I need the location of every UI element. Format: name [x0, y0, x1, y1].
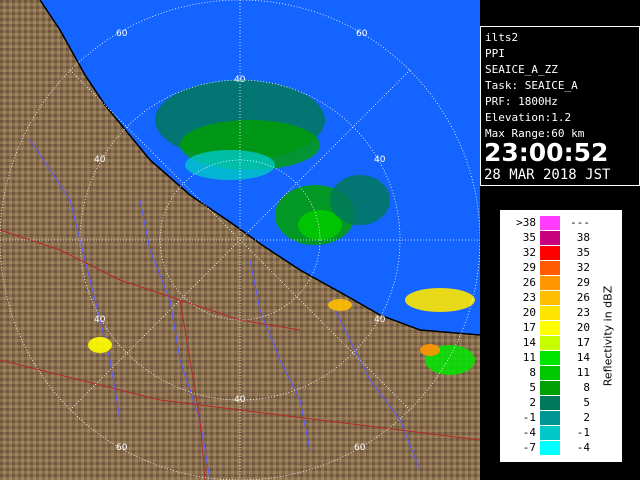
legend-upper-bound: 8	[583, 381, 590, 394]
legend-upper-bound: 2	[583, 411, 590, 424]
legend-lower-bound: 2	[529, 396, 536, 409]
legend-lower-bound: -7	[522, 441, 536, 454]
legend-lower-bound: 26	[522, 276, 536, 289]
scan-name: SEAICE_A_ZZ	[485, 63, 558, 76]
legend-swatch	[540, 396, 560, 410]
legend-upper-bound: 23	[576, 306, 590, 319]
legend-upper-bound: 5	[583, 396, 590, 409]
legend-swatch	[540, 366, 560, 380]
reflectivity-legend: >38 --- 35 38 32 35 29 32 26 29 23 26 20 23 17 20 14 17 11…	[500, 210, 622, 462]
range-label: 40	[234, 75, 246, 85]
range-label: 40	[374, 315, 386, 325]
legend-lower-bound: -1	[522, 411, 536, 424]
range-label: 60	[356, 29, 368, 39]
legend-upper-bound: 29	[576, 276, 590, 289]
legend-swatch	[540, 276, 560, 290]
legend-upper-bound: 35	[576, 246, 590, 259]
legend-swatch	[540, 426, 560, 440]
range-label: 40	[234, 395, 246, 405]
legend-swatch	[540, 351, 560, 365]
scan-time: 23:00:52	[484, 138, 609, 167]
legend-lower-bound: -4	[522, 426, 536, 439]
legend-lower-bound: 35	[522, 231, 536, 244]
legend-upper-bound: 26	[576, 291, 590, 304]
range-label: 60	[354, 443, 366, 453]
legend-lower-bound: 23	[522, 291, 536, 304]
legend-upper-bound: -4	[576, 441, 590, 454]
legend-lower-bound: 14	[522, 336, 536, 349]
legend-upper-bound: 38	[576, 231, 590, 244]
legend-upper-bound: 14	[576, 351, 590, 364]
legend-lower-bound: 11	[522, 351, 536, 364]
legend-lower-bound: 20	[522, 306, 536, 319]
legend-upper-bound: 32	[576, 261, 590, 274]
legend-swatch	[540, 441, 560, 455]
radar-ppi-display: 60 40 40 40 40 40 40 60 60 60	[0, 0, 480, 480]
range-label: 60	[116, 29, 128, 39]
legend-upper-bound: 17	[576, 336, 590, 349]
legend-swatch	[540, 321, 560, 335]
task-name: Task: SEAICE_A	[485, 79, 578, 92]
legend-lower-bound: >38	[516, 216, 536, 229]
legend-swatch	[540, 231, 560, 245]
scan-date: 28 MAR 2018 JST	[484, 167, 611, 183]
product-type: PPI	[485, 47, 505, 60]
legend-lower-bound: 8	[529, 366, 536, 379]
legend-swatch	[540, 261, 560, 275]
range-label: 40	[94, 155, 106, 165]
legend-upper-bound: ---	[570, 216, 590, 229]
legend-lower-bound: 32	[522, 246, 536, 259]
legend-lower-bound: 29	[522, 261, 536, 274]
legend-swatch	[540, 246, 560, 260]
legend-swatch	[540, 381, 560, 395]
range-label: 60	[116, 443, 128, 453]
legend-swatch	[540, 336, 560, 350]
legend-swatch	[540, 216, 560, 230]
elevation-value: Elevation:1.2	[485, 111, 572, 124]
range-label: 40	[94, 315, 106, 325]
range-label: 40	[374, 155, 386, 165]
legend-swatch	[540, 306, 560, 320]
prf-value: PRF: 1800Hz	[485, 95, 558, 108]
legend-title: Reflectivity in dBZ	[601, 285, 615, 387]
legend-swatch	[540, 411, 560, 425]
legend-swatch	[540, 291, 560, 305]
legend-lower-bound: 5	[529, 381, 536, 394]
legend-lower-bound: 17	[522, 321, 536, 334]
legend-upper-bound: 11	[576, 366, 590, 379]
legend-upper-bound: 20	[576, 321, 590, 334]
station-name: ilts2	[485, 31, 519, 44]
legend-upper-bound: -1	[576, 426, 590, 439]
info-panel: ilts2 PPI SEAICE_A_ZZ Task: SEAICE_A PRF…	[480, 26, 640, 186]
